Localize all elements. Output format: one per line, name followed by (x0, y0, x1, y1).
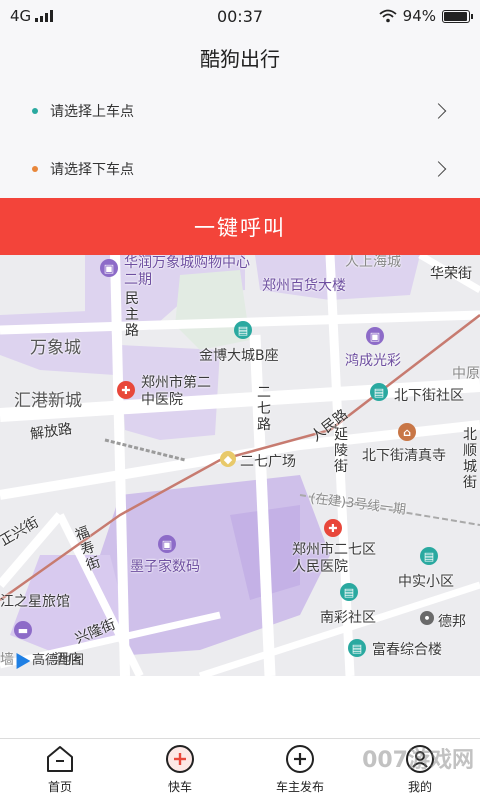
amap-logo: 高德地图 (9, 648, 85, 669)
pickup-selector[interactable]: 请选择上车点 (0, 82, 480, 140)
map-label-dier-hosp: 郑州市第二中医院 (141, 375, 211, 408)
tab-mine[interactable]: 我的 (360, 739, 480, 800)
user-icon (406, 745, 434, 773)
hotel-icon: ▬ (14, 621, 32, 639)
call-button-label: 一键呼叫 (194, 215, 286, 240)
map-label-erqi-hosp: 郑州市二七区人民医院 (292, 542, 376, 575)
landmark-icon: ◆ (220, 451, 236, 467)
status-right: 94% (379, 7, 473, 25)
map-label-fuchun: 富春综合楼 (372, 642, 442, 658)
bottom-tab-bar: 首页 快车 车主发布 我的 (0, 738, 480, 800)
shopping-bag-icon: ▣ (366, 327, 384, 345)
building-icon: ▤ (340, 583, 358, 601)
map-label-zhongyuan: 中原 (452, 366, 480, 382)
content-spacer (0, 676, 480, 738)
plus-circle-icon (166, 745, 194, 773)
map-label-beixiajie-mosque: 北下街清真寺 (362, 448, 446, 464)
network-type: 4G (10, 7, 32, 25)
map-label-beishun: 北顺城街 (463, 427, 477, 491)
tab-express-label: 快车 (167, 780, 192, 794)
hospital-icon: ✚ (324, 519, 342, 537)
chevron-right-icon (430, 161, 447, 177)
wifi-icon (379, 9, 397, 23)
building-icon: ▤ (370, 383, 388, 401)
map-label-yanling: 延陵街 (334, 427, 348, 475)
hospital-icon: ✚ (117, 381, 135, 399)
map-label-huarong: 华荣街 (430, 266, 472, 282)
map-label-beixiajie: 北下街社区 (394, 388, 464, 404)
page-title: 酷狗出行 (200, 46, 280, 71)
dropoff-selector[interactable]: 请选择下车点 (0, 140, 480, 198)
network-status: 4G (10, 7, 54, 25)
plus-circle-icon (286, 745, 314, 773)
pickup-label: 请选择上车点 (50, 104, 134, 120)
map-provider: 高德地图 (32, 653, 85, 668)
tab-home[interactable]: 首页 (0, 739, 120, 800)
status-bar: 4G 00:37 94% (0, 0, 480, 32)
map-label-renmin-shang: 人上海城 (345, 255, 401, 270)
building-icon: ▤ (348, 639, 366, 657)
page-title-bar: 酷狗出行 (0, 32, 480, 82)
shopping-bag-icon: ▣ (158, 535, 176, 553)
map-view[interactable]: ▣ 华润万象城购物中心二期 人上海城 华荣街 郑州百货大楼 万象城 民主路 ▤ … (0, 255, 480, 676)
home-icon (47, 746, 73, 772)
map-label-wanxiang: 万象城 (30, 338, 81, 358)
one-tap-call-button[interactable]: 一键呼叫 (0, 198, 480, 255)
location-panel: 请选择上车点 请选择下车点 (0, 82, 480, 198)
tab-mine-label: 我的 (407, 780, 432, 794)
pickup-dot-icon (32, 108, 38, 114)
tab-home-label: 首页 (47, 780, 72, 794)
map-label-jinbo: 金博大城B座 (199, 348, 279, 364)
map-label-debang: 德邦 (438, 614, 466, 630)
dropoff-dot-icon (32, 166, 38, 172)
map-label-jiangzhixing: 江之星旅馆 (0, 594, 70, 610)
building-icon: ▤ (234, 321, 252, 339)
map-label-erqi-lu: 二七路 (257, 385, 271, 433)
map-label-mozi: 墨子家数码 (130, 559, 200, 575)
signal-icon (35, 10, 54, 22)
tab-driver-post[interactable]: 车主发布 (240, 739, 360, 800)
map-label-nancai: 南彩社区 (320, 610, 376, 626)
battery-percent: 94% (402, 7, 436, 25)
shopping-bag-icon: ▣ (100, 259, 118, 277)
dropoff-label: 请选择下车点 (50, 162, 134, 178)
map-label-baihuo: 郑州百货大楼 (262, 278, 346, 294)
map-label-minzhu: 民主路 (125, 291, 139, 339)
map-label-zhongshi: 中实小区 (398, 574, 454, 590)
battery-icon (442, 9, 473, 23)
map-label-hongcheng: 鸿成光彩 (345, 353, 401, 369)
logistics-icon: • (420, 611, 434, 625)
chevron-right-icon (430, 103, 447, 119)
map-label-erqi-square: 二七广场 (240, 454, 296, 470)
map-label-huigang: 汇港新城 (14, 391, 82, 411)
map-label-huarun: 华润万象城购物中心二期 (124, 255, 250, 288)
building-icon: ▤ (420, 547, 438, 565)
tab-driver-post-label: 车主发布 (275, 780, 324, 794)
navigation-arrow-icon (9, 648, 31, 669)
tab-express[interactable]: 快车 (120, 739, 240, 800)
mosque-icon: ⌂ (398, 423, 416, 441)
